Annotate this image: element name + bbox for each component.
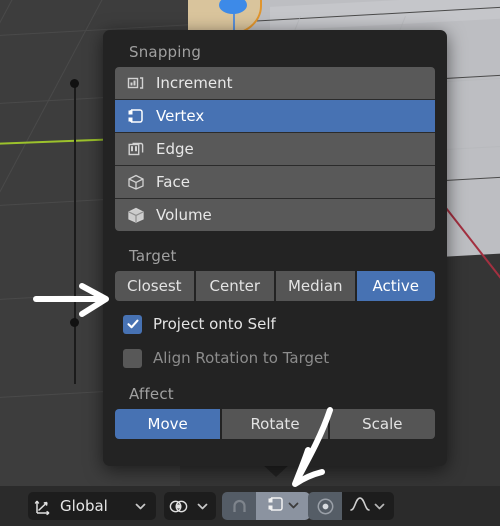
- snap-mode-label: Increment: [156, 74, 233, 92]
- snap-mode-edge[interactable]: Edge: [115, 133, 435, 166]
- affect-scale[interactable]: Scale: [329, 409, 435, 439]
- snapping-section-title: Snapping: [129, 43, 202, 61]
- affect-rotate[interactable]: Rotate: [222, 409, 330, 439]
- snap-mode-label: Face: [156, 173, 190, 191]
- project-onto-self-row[interactable]: Project onto Self: [103, 307, 447, 341]
- affect-section-title: Affect: [129, 385, 174, 403]
- screen: Snapping Increment Vertex Edge Face Volu…: [0, 0, 500, 526]
- transform-orientation-control[interactable]: Global: [28, 492, 156, 520]
- snap-mode-increment[interactable]: Increment: [115, 67, 435, 100]
- project-onto-self-label: Project onto Self: [153, 315, 276, 333]
- snap-target-segmented-control: Closest Center Median Active: [115, 271, 435, 301]
- align-rotation-to-target-label: Align Rotation to Target: [153, 349, 330, 367]
- snapping-popover: Snapping Increment Vertex Edge Face Volu…: [103, 30, 447, 466]
- pivot-point-icon: [164, 492, 192, 520]
- snap-target-median[interactable]: Median: [276, 271, 357, 301]
- snap-edge-icon: [123, 136, 149, 162]
- snap-target-closest[interactable]: Closest: [115, 271, 196, 301]
- chevron-down-icon[interactable]: [371, 500, 387, 513]
- snap-face-icon: [123, 169, 149, 195]
- orientation-axes-icon: [28, 492, 58, 520]
- snap-mode-volume[interactable]: Volume: [115, 199, 435, 231]
- checkbox-checked-icon[interactable]: [123, 314, 142, 334]
- affect-move[interactable]: Move: [115, 409, 223, 439]
- snap-mode-face[interactable]: Face: [115, 166, 435, 199]
- chevron-down-icon[interactable]: [287, 497, 300, 516]
- proportional-editing-group: [308, 492, 394, 520]
- snap-mode-list: Increment Vertex Edge Face Volume: [115, 67, 435, 231]
- snap-mode-label: Volume: [156, 206, 212, 224]
- mesh-vertex[interactable]: [70, 79, 79, 88]
- transform-orientation-value: Global: [60, 497, 108, 515]
- pivot-point-control[interactable]: [164, 492, 216, 520]
- mesh-edge: [74, 84, 76, 384]
- snap-mode-button[interactable]: [256, 492, 310, 520]
- chevron-down-icon[interactable]: [130, 500, 150, 513]
- viewport-header-toolbar: Global: [0, 486, 500, 526]
- proportional-editing-icon[interactable]: [308, 492, 342, 520]
- snap-increment-icon: [123, 70, 149, 96]
- smooth-falloff-curve-icon: [349, 494, 371, 518]
- snap-target-center[interactable]: Center: [195, 271, 276, 301]
- target-section-title: Target: [129, 247, 177, 265]
- snap-vertex-icon: [266, 494, 286, 518]
- snap-target-active[interactable]: Active: [356, 271, 435, 301]
- chevron-down-icon[interactable]: [192, 500, 212, 513]
- checkbox-unchecked-icon[interactable]: [123, 348, 142, 368]
- snap-vertex-icon: [123, 103, 149, 129]
- snap-volume-icon: [123, 202, 149, 228]
- align-rotation-to-target-row[interactable]: Align Rotation to Target: [103, 341, 447, 375]
- magnet-icon[interactable]: [222, 492, 256, 520]
- snap-mode-label: Edge: [156, 140, 194, 158]
- snap-mode-label: Vertex: [156, 107, 205, 125]
- snap-mode-vertex[interactable]: Vertex: [115, 100, 435, 133]
- proportional-falloff-control[interactable]: [342, 492, 394, 520]
- affect-segmented-control: Move Rotate Scale: [115, 409, 435, 439]
- mesh-vertex[interactable]: [70, 318, 79, 327]
- grid-line: [0, 0, 23, 211]
- snapping-control-group: [222, 492, 310, 520]
